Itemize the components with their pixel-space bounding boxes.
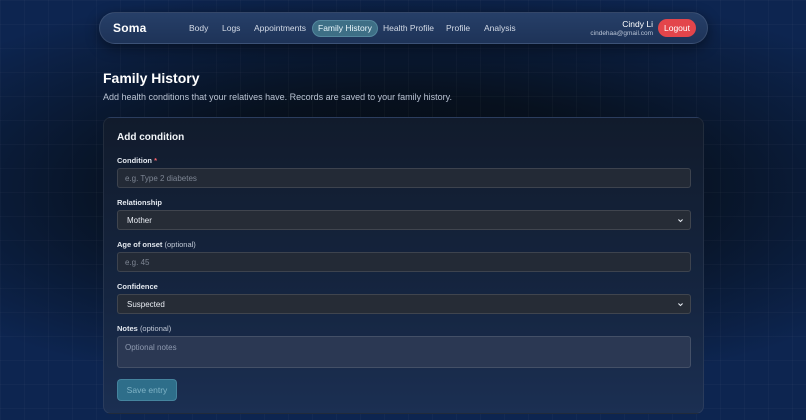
page-subtitle: Add health conditions that your relative…: [103, 92, 453, 102]
brand-logo[interactable]: Soma: [113, 21, 146, 35]
nav-link-logs[interactable]: Logs: [222, 20, 240, 37]
user-name: Cindy Li: [622, 19, 653, 29]
nav-link-analysis[interactable]: Analysis: [484, 20, 516, 37]
age-of-onset-label-text: Age of onset: [117, 240, 163, 249]
confidence-label: Confidence: [117, 282, 158, 291]
nav-link-profile[interactable]: Profile: [446, 20, 470, 37]
chevron-down-icon: [678, 303, 683, 307]
nav-link-health-profile[interactable]: Health Profile: [383, 20, 434, 37]
confidence-select[interactable]: Suspected: [117, 294, 691, 314]
card-title: Add condition: [117, 132, 185, 143]
top-nav: Soma Body Logs Appointments Family Histo…: [99, 12, 708, 44]
condition-label: Condition *: [117, 156, 157, 165]
page-title: Family History: [103, 70, 200, 86]
condition-label-text: Condition: [117, 156, 152, 165]
age-of-onset-input[interactable]: [117, 252, 691, 272]
age-of-onset-label: Age of onset (optional): [117, 240, 196, 249]
user-email: cindehaa@gmail.com: [590, 30, 653, 37]
logout-button[interactable]: Logout: [658, 19, 696, 37]
nav-link-body[interactable]: Body: [189, 20, 208, 37]
condition-input[interactable]: [117, 168, 691, 188]
relationship-value: Mother: [127, 215, 152, 225]
notes-textarea[interactable]: [117, 336, 691, 368]
confidence-value: Suspected: [127, 299, 165, 309]
notes-label: Notes (optional): [117, 324, 171, 333]
notes-label-text: Notes: [117, 324, 138, 333]
optional-hint: (optional): [139, 324, 172, 333]
add-condition-card: Add condition Condition * Relationship M…: [103, 117, 704, 414]
optional-hint: (optional): [164, 240, 196, 249]
nav-link-family-history[interactable]: Family History: [312, 20, 378, 37]
save-entry-button[interactable]: Save entry: [117, 379, 177, 401]
required-mark: *: [154, 156, 158, 165]
relationship-select[interactable]: Mother: [117, 210, 691, 230]
relationship-label: Relationship: [117, 198, 163, 207]
chevron-down-icon: [678, 219, 683, 223]
nav-link-appointments[interactable]: Appointments: [254, 20, 306, 37]
